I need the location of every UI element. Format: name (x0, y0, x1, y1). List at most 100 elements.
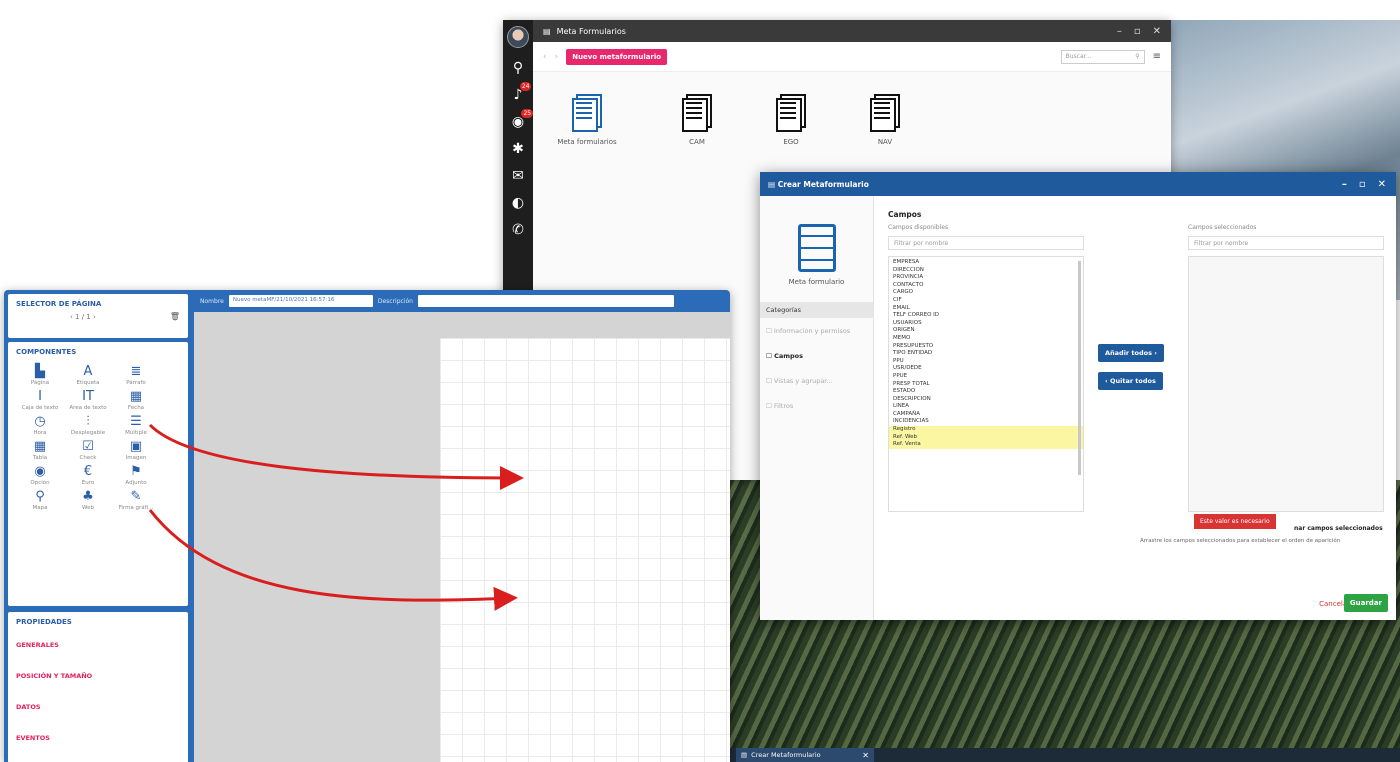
list-scrollbar[interactable] (1078, 261, 1081, 475)
available-field-item[interactable]: MEMO (893, 335, 1079, 343)
required-tooltip: Este valor es necesario (1194, 514, 1276, 529)
prop-datos[interactable]: DATOS (8, 692, 188, 723)
available-field-item[interactable]: LINEA (893, 403, 1079, 411)
available-field-item[interactable]: ESTADO (893, 388, 1079, 396)
folder-nav[interactable]: NAV (845, 94, 925, 146)
component-paragraph[interactable]: ≣ Párrafo (112, 364, 160, 386)
category-info-permisos[interactable]: ☐ Informacion y permisos (760, 318, 873, 343)
maximize-icon[interactable]: ▫ (1134, 26, 1141, 37)
forward-arrow-icon[interactable]: › (555, 52, 559, 62)
component-label[interactable]: A Etiqueta (64, 364, 112, 386)
maximize-icon[interactable]: ▫ (1359, 179, 1366, 190)
name-label: Nombre (200, 297, 224, 305)
component-page[interactable]: ▙ Página (16, 364, 64, 386)
search-input[interactable]: Buscar... ⚲ (1060, 49, 1145, 64)
available-filter-input[interactable]: Filtrar por nombre (888, 236, 1084, 250)
save-button[interactable]: Guardar (1343, 594, 1388, 612)
available-field-item[interactable]: CARGO (893, 289, 1079, 297)
mail-icon[interactable]: ✉ (512, 169, 524, 183)
available-field-item[interactable]: CONTACTO (893, 282, 1079, 290)
component-euro[interactable]: € Euro (64, 464, 112, 486)
available-field-item[interactable]: ORIGEN (893, 327, 1079, 335)
available-field-item[interactable]: PRESP TOTAL (893, 381, 1079, 389)
available-field-item[interactable]: PPUE (893, 373, 1079, 381)
available-field-item[interactable]: CAMPAÑA (893, 411, 1079, 419)
available-field-item[interactable]: DESCRIPCION (893, 396, 1079, 404)
check-icon: ☑ (82, 439, 94, 454)
selected-filter-input[interactable]: Filtrar por nombre (1188, 236, 1384, 250)
component-dropdown[interactable]: ⫶ Desplegable (64, 414, 112, 436)
prop-generales[interactable]: GENERALES (8, 630, 188, 661)
pager: ‹ 1 / 1 › 🗑 (8, 312, 188, 321)
selected-fields-list[interactable] (1188, 256, 1384, 512)
available-field-item[interactable]: TELF CORREO ID (893, 312, 1079, 320)
component-list[interactable]: ☰ Múltiple (112, 414, 160, 436)
search-icon[interactable]: ⚲ (513, 61, 523, 75)
bell-icon[interactable]: ♪ 24 (514, 82, 532, 102)
user-avatar[interactable] (507, 26, 529, 48)
available-field-item[interactable]: TIPO ENTIDAD (893, 350, 1079, 358)
trash-icon[interactable]: 🗑 (170, 312, 180, 321)
name-input[interactable]: Nuevo metaMF/21/10/2021 16:57:16 (228, 295, 373, 307)
component-clock[interactable]: ◷ Hora (16, 414, 64, 436)
available-field-item[interactable]: Ref. Web (889, 433, 1083, 442)
available-fields-list[interactable]: EMPRESA DIRECCION PROVINCIA CONTACTO CARGO CI… (888, 256, 1084, 512)
prop-eventos[interactable]: EVENTOS (8, 723, 188, 754)
close-icon[interactable]: ✕ (1153, 26, 1161, 37)
add-all-button[interactable]: Añadir todos › (1098, 344, 1164, 362)
component-label: Párrafo (126, 380, 146, 386)
available-field-item[interactable]: PROVINCIA (893, 274, 1079, 282)
broadcast-icon[interactable]: ◉ 25 (512, 109, 534, 129)
network-icon[interactable]: ✱ (512, 142, 524, 156)
components-panel: COMPONENTES ▙ Página A Etiqueta ≣ Párrafo I Caj… (8, 342, 188, 606)
component-textbox[interactable]: I Caja de texto (16, 389, 64, 411)
available-field-item[interactable]: USUARIOS (893, 320, 1079, 328)
minimize-icon[interactable]: – (1342, 179, 1347, 190)
new-metaform-button[interactable]: Nuevo metaformulario (566, 48, 668, 65)
available-field-item[interactable]: INCIDENCIAS (893, 418, 1079, 426)
description-input[interactable] (417, 295, 674, 307)
available-field-item[interactable]: DIRECCION (893, 267, 1079, 275)
folder-ego[interactable]: EGO (751, 94, 831, 146)
design-page-canvas[interactable] (440, 338, 730, 762)
radio-icon: ◉ (34, 464, 46, 479)
components-title: COMPONENTES (16, 348, 77, 356)
remove-all-button[interactable]: ‹ Quitar todos (1098, 372, 1163, 390)
available-field-item[interactable]: PRESUPUESTO (893, 343, 1079, 351)
page-navigation[interactable]: ‹ 1 / 1 › (70, 313, 96, 321)
broadcast-badge: 25 (521, 109, 534, 118)
available-field-item[interactable]: CIF (893, 297, 1079, 305)
hamburger-menu-icon[interactable]: ≡ (1153, 51, 1161, 62)
available-field-item[interactable]: Ref. Venta (889, 441, 1083, 449)
available-field-item[interactable]: USR/DEDE (893, 365, 1079, 373)
component-radio[interactable]: ◉ Opción (16, 464, 64, 486)
component-pen[interactable]: ✎ Firma gráfi... (112, 489, 160, 511)
available-field-item[interactable]: Registro (889, 426, 1083, 434)
component-textarea[interactable]: IT Área de texto (64, 389, 112, 411)
minimize-icon[interactable]: – (1117, 26, 1122, 37)
component-map-pin[interactable]: ⚲ Mapa (16, 489, 64, 511)
back-arrow-icon[interactable]: ‹ (543, 52, 547, 62)
metaform-caption: Meta formulario (788, 278, 845, 286)
component-calendar[interactable]: ▦ Fecha (112, 389, 160, 411)
phone-icon[interactable]: ✆ (512, 223, 524, 237)
form-designer-window: SELECTOR DE PÁGINA ‹ 1 / 1 › 🗑 COMPONENT… (4, 290, 730, 762)
component-web[interactable]: ♣ Web (64, 489, 112, 511)
close-icon[interactable]: ✕ (862, 751, 869, 760)
category-campos[interactable]: ☐ Campos (760, 343, 873, 368)
prop-posicion-tamano[interactable]: POSICIÓN Y TAMAÑO (8, 661, 188, 692)
component-table[interactable]: ▦ Tabla (16, 439, 64, 461)
available-field-item[interactable]: PPU (893, 358, 1079, 366)
folder-meta-formularios[interactable]: Meta formularios (547, 94, 627, 146)
category-vistas[interactable]: ☐ Vistas y agrupar... (760, 368, 873, 393)
component-image[interactable]: ▣ Imagen (112, 439, 160, 461)
taskbar-tab[interactable]: ▤ Crear Metaformulario ✕ (736, 748, 874, 762)
close-icon[interactable]: ✕ (1378, 179, 1386, 190)
chat-icon[interactable]: ◐ (512, 196, 524, 210)
component-check[interactable]: ☑ Check (64, 439, 112, 461)
available-field-item[interactable]: EMAIL (893, 305, 1079, 313)
category-filtros[interactable]: ☐ Filtros (760, 393, 873, 418)
component-attachment[interactable]: ⚑ Adjunto (112, 464, 160, 486)
available-field-item[interactable]: EMPRESA (893, 259, 1079, 267)
folder-cam[interactable]: CAM (657, 94, 737, 146)
